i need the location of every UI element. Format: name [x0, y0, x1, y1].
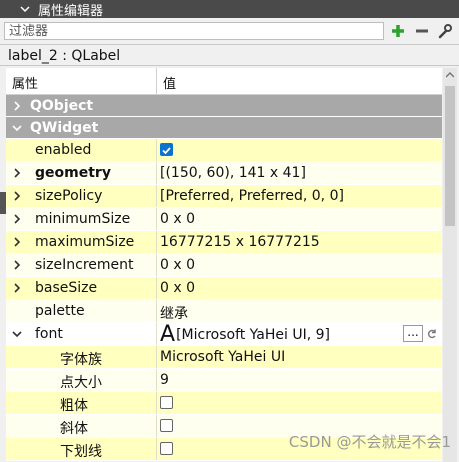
- property-table-body: QObject QWidget enabled geometry [(150, 60),…: [6, 95, 442, 461]
- property-row[interactable]: sizeIncrement 0 x 0: [6, 254, 442, 277]
- property-value[interactable]: Microsoft YaHei UI: [160, 349, 285, 365]
- property-row[interactable]: 粗体: [6, 392, 442, 415]
- property-value[interactable]: A[Microsoft YaHei UI, 9]: [160, 324, 331, 346]
- property-name: QObject: [30, 98, 94, 114]
- chevron-right-icon[interactable]: [11, 166, 23, 180]
- filter-input[interactable]: [4, 22, 384, 40]
- header-value[interactable]: 值: [163, 73, 176, 92]
- column-separator: [156, 162, 157, 184]
- property-value[interactable]: 继承: [160, 303, 188, 323]
- reset-icon[interactable]: [426, 327, 438, 341]
- column-separator: [156, 185, 157, 207]
- checkmark-icon: [162, 147, 171, 155]
- property-row[interactable]: geometry [(150, 60), 141 x 41]: [6, 162, 442, 185]
- panel-title: 属性编辑器: [38, 3, 104, 19]
- chevron-right-icon[interactable]: [11, 189, 23, 203]
- property-name: 斜体: [60, 421, 88, 437]
- property-value[interactable]: 0 x 0: [160, 257, 195, 273]
- filter-bar: [0, 18, 459, 44]
- font-preview-icon: A: [160, 322, 176, 347]
- property-row[interactable]: enabled: [6, 139, 442, 162]
- vertical-scrollbar[interactable]: [443, 68, 457, 462]
- watermark: CSDN @不会就是不会1: [288, 433, 451, 451]
- property-value[interactable]: [(150, 60), 141 x 41]: [160, 165, 306, 181]
- chevron-right-icon[interactable]: [11, 258, 23, 272]
- property-name: enabled: [35, 142, 92, 158]
- property-table-header: 属性 值: [6, 68, 442, 95]
- property-name: sizePolicy: [35, 188, 103, 204]
- property-name: geometry: [35, 165, 111, 181]
- column-separator: [156, 139, 157, 161]
- category-row[interactable]: QObject: [6, 95, 442, 117]
- column-separator: [156, 323, 157, 345]
- column-separator: [156, 346, 157, 368]
- add-dynamic-property-button[interactable]: [389, 22, 407, 40]
- scroll-up-icon[interactable]: [446, 71, 454, 79]
- column-separator: [156, 438, 157, 460]
- chevron-right-icon[interactable]: [11, 99, 23, 113]
- property-row[interactable]: font A[Microsoft YaHei UI, 9]...: [6, 323, 442, 346]
- property-row[interactable]: palette 继承: [6, 300, 442, 323]
- property-name: font: [35, 326, 63, 342]
- property-row[interactable]: maximumSize 16777215 x 16777215: [6, 231, 442, 254]
- property-row[interactable]: 点大小 9: [6, 369, 442, 392]
- font-value-text: [Microsoft YaHei UI, 9]: [176, 327, 331, 343]
- column-separator: [156, 254, 157, 276]
- remove-dynamic-property-button[interactable]: [413, 22, 431, 40]
- column-separator: [156, 392, 157, 414]
- property-name: 粗体: [60, 398, 88, 414]
- panel-titlebar: 属性编辑器: [0, 0, 459, 19]
- property-name: baseSize: [35, 280, 98, 296]
- panel-collapse-icon[interactable]: [18, 2, 32, 16]
- chevron-right-icon[interactable]: [11, 281, 23, 295]
- chevron-down-icon[interactable]: [11, 327, 23, 341]
- property-name: QWidget: [30, 120, 99, 136]
- property-row[interactable]: minimumSize 0 x 0: [6, 208, 442, 231]
- minus-icon: [416, 29, 428, 33]
- value-checkbox[interactable]: [160, 419, 173, 432]
- header-property[interactable]: 属性: [12, 73, 38, 92]
- object-name-label: label_2 : QLabel: [0, 44, 459, 66]
- chevron-right-icon[interactable]: [11, 212, 23, 226]
- column-separator: [156, 277, 157, 299]
- property-value[interactable]: 0 x 0: [160, 280, 195, 296]
- property-name: 字体族: [60, 352, 102, 368]
- property-value[interactable]: 0 x 0: [160, 211, 195, 227]
- property-name: palette: [35, 303, 85, 319]
- property-value[interactable]: 16777215 x 16777215: [160, 234, 320, 250]
- font-browse-button[interactable]: ...: [403, 325, 423, 342]
- plus-icon: [392, 25, 404, 37]
- chevron-down-icon[interactable]: [11, 121, 23, 135]
- column-separator: [156, 369, 157, 391]
- left-edge-handle: [0, 192, 6, 214]
- value-checkbox[interactable]: [160, 396, 173, 409]
- column-separator: [156, 208, 157, 230]
- column-separator: [156, 415, 157, 437]
- scrollbar-thumb[interactable]: [445, 86, 455, 226]
- category-row[interactable]: QWidget: [6, 117, 442, 139]
- property-row[interactable]: sizePolicy [Preferred, Preferred, 0, 0]: [6, 185, 442, 208]
- property-value[interactable]: [Preferred, Preferred, 0, 0]: [160, 188, 344, 204]
- property-name: 点大小: [60, 375, 102, 391]
- wrench-icon: [438, 24, 452, 39]
- property-name: minimumSize: [35, 211, 131, 227]
- value-checkbox[interactable]: [160, 442, 173, 455]
- property-name: sizeIncrement: [35, 257, 134, 273]
- chevron-right-icon[interactable]: [11, 235, 23, 249]
- property-row[interactable]: 字体族 Microsoft YaHei UI: [6, 346, 442, 369]
- column-separator: [156, 300, 157, 322]
- value-checkbox[interactable]: [160, 143, 173, 156]
- column-separator: [156, 231, 157, 253]
- configure-button[interactable]: [436, 22, 454, 40]
- property-row[interactable]: baseSize 0 x 0: [6, 277, 442, 300]
- property-value[interactable]: 9: [160, 372, 169, 388]
- property-name: 下划线: [60, 444, 102, 460]
- property-name: maximumSize: [35, 234, 135, 250]
- column-divider[interactable]: [156, 68, 157, 94]
